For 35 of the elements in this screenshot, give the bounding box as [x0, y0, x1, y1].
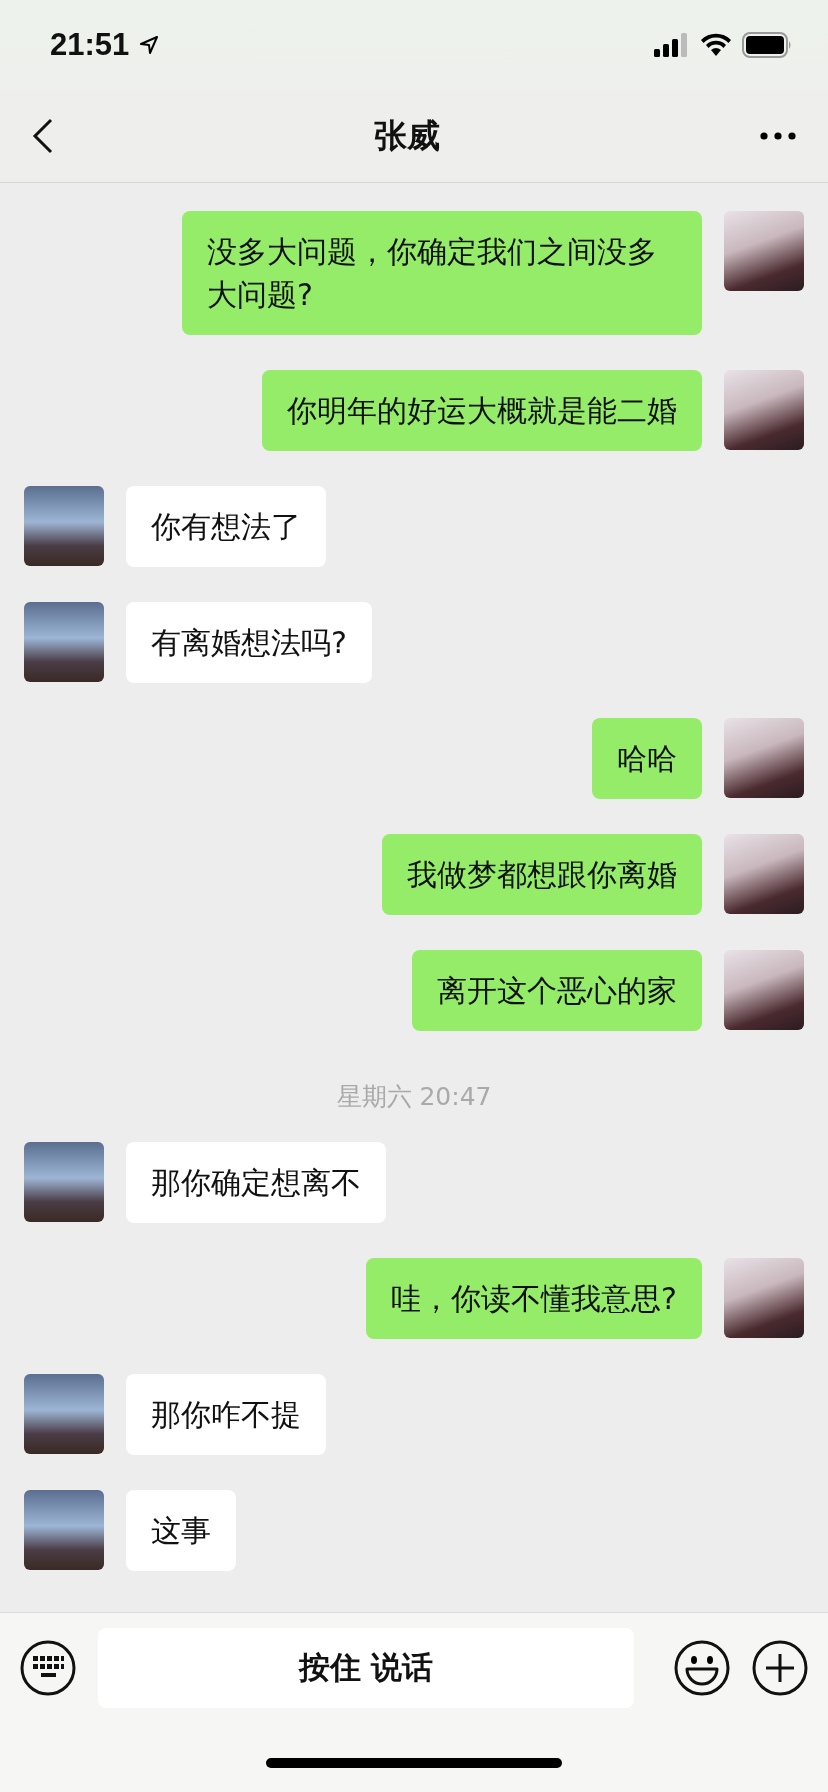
- avatar-photo-placeholder[interactable]: [24, 1142, 104, 1222]
- status-time: 21:51: [50, 27, 130, 63]
- avatar-photo-placeholder[interactable]: [24, 1374, 104, 1454]
- avatar-photo-placeholder[interactable]: [724, 370, 804, 450]
- signal-icon: [654, 33, 690, 57]
- message-bubble: 那你确定想离不: [126, 1142, 386, 1223]
- avatar-photo-placeholder[interactable]: [24, 1490, 104, 1570]
- keyboard-icon[interactable]: [20, 1640, 76, 1696]
- message-bubble: 那你咋不提: [126, 1374, 326, 1455]
- message-bubble: 我做梦都想跟你离婚: [382, 834, 702, 915]
- avatar-photo-placeholder[interactable]: [724, 211, 804, 291]
- message-bubble: 你明年的好运大概就是能二婚: [262, 370, 702, 451]
- avatar-photo-placeholder[interactable]: [724, 1258, 804, 1338]
- avatar-photo-placeholder[interactable]: [24, 486, 104, 566]
- back-icon[interactable]: [32, 118, 54, 154]
- message-bubble: 这事: [126, 1490, 236, 1571]
- avatar-photo-placeholder[interactable]: [724, 718, 804, 798]
- message-bubble: 你有想法了: [126, 486, 326, 567]
- avatar-photo-placeholder[interactable]: [24, 602, 104, 682]
- battery-icon: [742, 32, 792, 58]
- avatar-photo-placeholder[interactable]: [724, 834, 804, 914]
- message-bubble: 有离婚想法吗?: [126, 602, 372, 683]
- chat-title: 张威: [374, 114, 440, 157]
- add-icon[interactable]: [752, 1640, 808, 1696]
- hold-to-talk-button[interactable]: 按住 说话: [98, 1628, 634, 1708]
- message-bubble: 哈哈: [592, 718, 702, 799]
- more-icon[interactable]: [760, 132, 796, 140]
- message-bubble: 没多大问题，你确定我们之间没多大问题?: [182, 211, 702, 335]
- message-bubble: 离开这个恶心的家: [412, 950, 702, 1031]
- location-arrow-icon: [139, 35, 160, 55]
- avatar-photo-placeholder[interactable]: [724, 950, 804, 1030]
- wifi-icon: [700, 33, 732, 57]
- emoji-icon[interactable]: [674, 1640, 730, 1696]
- timestamp: 星期六 20:47: [336, 1081, 492, 1113]
- message-bubble: 哇，你读不懂我意思?: [366, 1258, 702, 1339]
